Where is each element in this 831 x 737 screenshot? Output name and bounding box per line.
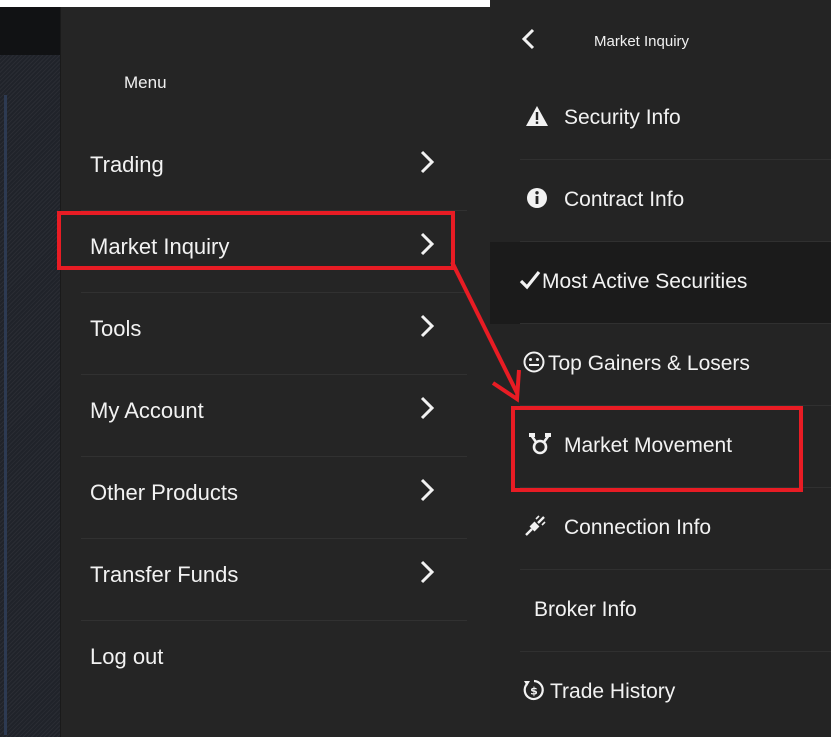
- menu-item-transfer-funds[interactable]: Transfer Funds: [61, 539, 491, 621]
- chevron-right-icon: [420, 150, 435, 174]
- svg-text:$: $: [530, 685, 538, 698]
- menu-item-label: Log out: [90, 644, 164, 669]
- smiley-icon: [523, 351, 545, 373]
- menu-item-other-products[interactable]: Other Products: [61, 457, 491, 539]
- menu-item-label: My Account: [90, 398, 204, 423]
- submenu-item-most-active-securities[interactable]: Most Active Securities: [490, 242, 831, 324]
- menu-item-trading[interactable]: Trading: [61, 129, 491, 211]
- menu-item-tools[interactable]: Tools: [61, 293, 491, 375]
- screen: Menu Trading Market Inquiry Tools My Acc…: [0, 0, 831, 737]
- menu-item-label: Trading: [90, 152, 164, 177]
- submenu-item-label: Contract Info: [564, 188, 685, 211]
- submenu-panel: Market Inquiry Security Info Contract In…: [490, 0, 831, 737]
- submenu-item-contract-info[interactable]: Contract Info: [490, 160, 831, 242]
- submenu-item-top-gainers-losers[interactable]: Top Gainers & Losers: [490, 324, 831, 406]
- background-content: [0, 55, 60, 737]
- chevron-right-icon: [420, 478, 435, 502]
- submenu-header: Market Inquiry: [490, 0, 831, 78]
- menu-item-my-account[interactable]: My Account: [61, 375, 491, 457]
- background-topbar: [0, 7, 60, 55]
- menu-item-label: Tools: [90, 316, 142, 341]
- main-menu: Menu Trading Market Inquiry Tools My Acc…: [60, 7, 491, 737]
- background-top: [0, 0, 490, 7]
- chevron-left-icon[interactable]: [520, 28, 538, 50]
- submenu-item-label: Security Info: [564, 106, 681, 129]
- submenu-item-label: Trade History: [550, 680, 676, 703]
- submenu-item-label: Most Active Securities: [542, 270, 748, 293]
- history-dollar-icon: $: [523, 679, 544, 701]
- checkmark-icon: [519, 271, 541, 290]
- plug-icon: [525, 515, 546, 536]
- submenu-item-label: Broker Info: [534, 598, 637, 621]
- chevron-right-icon: [420, 314, 435, 338]
- submenu-item-trade-history[interactable]: $ Trade History: [490, 652, 831, 734]
- menu-title: Menu: [124, 73, 167, 92]
- info-circle-icon: [527, 188, 547, 208]
- submenu-item-label: Top Gainers & Losers: [548, 352, 750, 375]
- highlight-box-market-movement: [511, 406, 803, 492]
- menu-item-label: Transfer Funds: [90, 562, 239, 587]
- submenu-item-label: Connection Info: [564, 516, 712, 539]
- highlight-box-market-inquiry: [57, 211, 455, 270]
- submenu-title: Market Inquiry: [594, 33, 690, 50]
- submenu-item-connection-info[interactable]: Connection Info: [490, 488, 831, 570]
- menu-item-log-out[interactable]: Log out: [61, 621, 491, 703]
- submenu-item-broker-info[interactable]: Broker Info: [490, 570, 831, 652]
- warning-triangle-icon: [526, 106, 548, 126]
- menu-item-label: Other Products: [90, 480, 238, 505]
- submenu-item-security-info[interactable]: Security Info: [490, 78, 831, 160]
- chevron-right-icon: [420, 560, 435, 584]
- chevron-right-icon: [420, 396, 435, 420]
